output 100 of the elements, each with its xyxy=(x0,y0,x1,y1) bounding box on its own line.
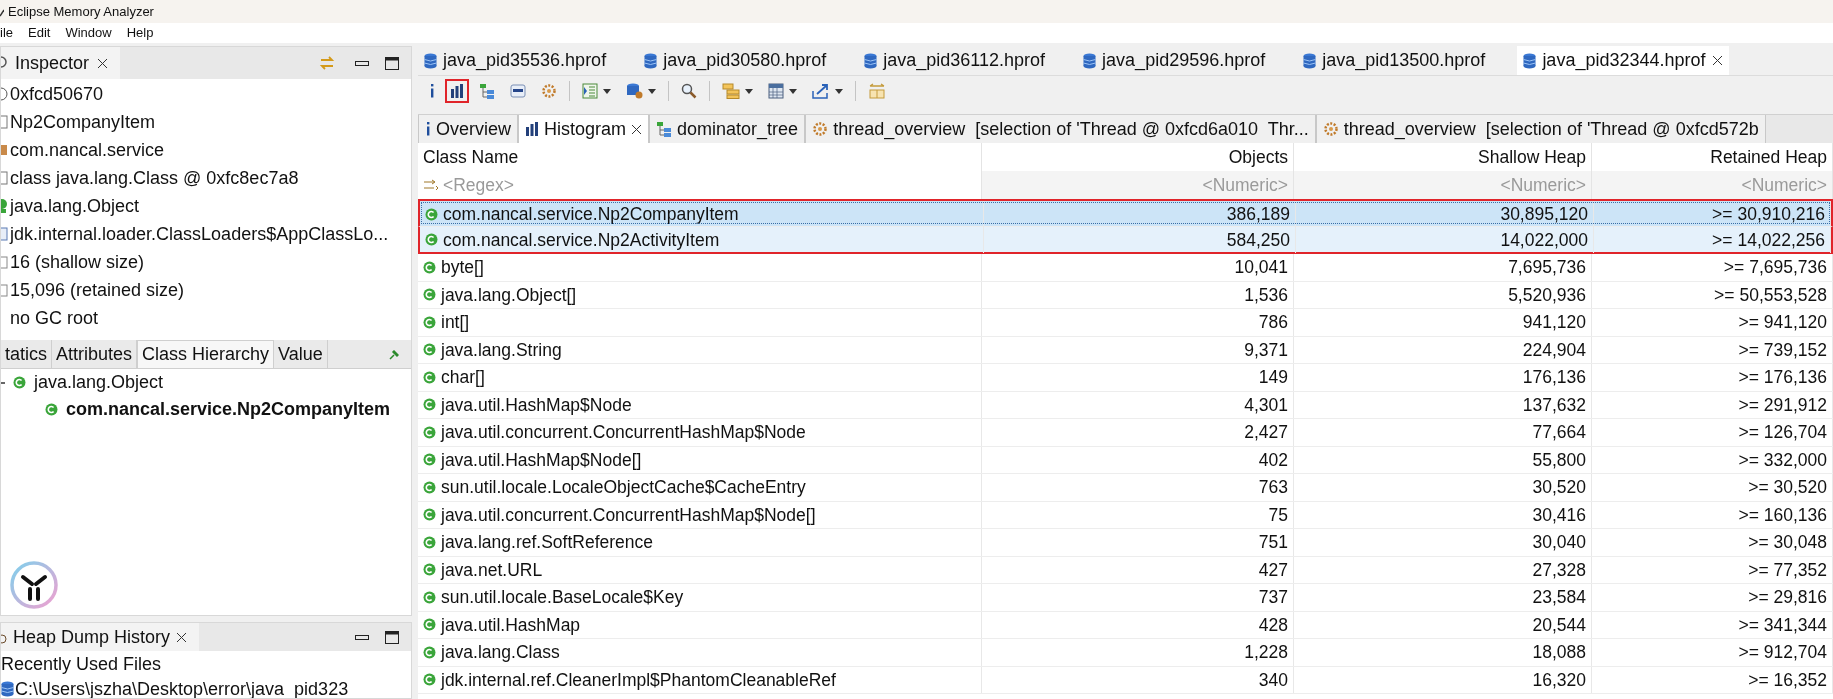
column-header[interactable]: Retained Heap xyxy=(1710,143,1827,171)
table-row[interactable]: java.net.URL 427 27,328 >= 77,352 xyxy=(418,556,1833,584)
column-header[interactable]: Objects xyxy=(1228,143,1288,171)
editor-tab[interactable]: java_pid29596.hprof xyxy=(1077,46,1272,75)
query-icon xyxy=(510,83,526,99)
export-icon xyxy=(812,83,830,99)
result-tab[interactable]: thread_overview [selection of 'Thread @ 0xfcd572b xyxy=(1315,115,1766,143)
table-row[interactable]: java.util.concurrent.ConcurrentHashMap$Node 2,427 77,664 >= 126,704 xyxy=(418,419,1833,447)
menu-item[interactable]: ile xyxy=(0,23,13,43)
table-cell-text: 176,136 xyxy=(1522,366,1586,390)
table-row[interactable]: byte[] 10,041 7,695,736 >= 7,695,736 xyxy=(418,254,1833,282)
table-row[interactable]: com.nancal.service.Np2ActivityItem 584,250 14,022,000 >= 14,022,256 xyxy=(418,226,1833,254)
table-row[interactable]: jdk.internal.ref.CleanerImpl$PhantomCleanableRef 340 16,320 >= 16,352 xyxy=(418,666,1833,694)
filter-icon xyxy=(423,179,439,191)
table-cell-text: >= 160,136 xyxy=(1738,503,1827,527)
table-cell-text: >= 739,152 xyxy=(1738,338,1827,362)
menu-item[interactable]: Window xyxy=(65,23,112,43)
editor-tab[interactable]: java_pid35536.hprof xyxy=(418,46,613,75)
minimize-icon[interactable] xyxy=(355,60,369,66)
result-tab[interactable]: Histogram xyxy=(518,115,650,143)
inspector-item[interactable]: jdk.internal.loader.ClassLoaders$AppClassLo... xyxy=(10,220,389,248)
column-header[interactable]: Class Name xyxy=(423,143,519,171)
table-row[interactable]: sun.util.locale.LocaleObjectCache$CacheEntry 763 30,520 >= 30,520 xyxy=(418,474,1833,502)
class-icon xyxy=(423,398,436,412)
table-cell-text: 149 xyxy=(1258,366,1288,390)
table-row[interactable]: java.lang.String 9,371 224,904 >= 739,152 xyxy=(418,336,1833,364)
tree-item[interactable]: com.nancal.service.Np2CompanyItem xyxy=(66,396,391,423)
table-cell-text: 9,371 xyxy=(1244,338,1288,362)
result-tab[interactable]: dominator_tree xyxy=(649,115,806,143)
table-cell-text: jdk.internal.ref.CleanerImpl$PhantomCleanableRef xyxy=(441,668,836,692)
inspector-item[interactable]: java.lang.Object xyxy=(10,192,140,220)
toolbar-button[interactable] xyxy=(445,79,469,103)
view-tab[interactable]: Heap Dump History xyxy=(1,623,200,651)
inspector-item[interactable]: class java.lang.Class @ 0xfc8ec7a8 xyxy=(10,164,299,192)
class-icon xyxy=(423,673,436,687)
table-cell-text: 27,328 xyxy=(1532,558,1586,582)
close-icon[interactable] xyxy=(631,123,643,135)
table-row[interactable]: java.lang.Object[] 1,536 5,520,936 >= 50,553,528 xyxy=(418,281,1833,309)
table-row[interactable]: java.util.HashMap 428 20,544 >= 341,344 xyxy=(418,611,1833,639)
close-icon[interactable] xyxy=(176,631,188,643)
table-cell-text: 30,895,120 xyxy=(1500,203,1588,226)
editor-tab[interactable]: java_pid30580.hprof xyxy=(638,46,833,75)
file-item[interactable]: C:\Users\jszha\Desktop\error\java_pid323 xyxy=(15,677,349,698)
class-icon xyxy=(423,645,436,659)
inspector-item[interactable]: no GC root xyxy=(10,304,99,332)
tab[interactable]: Class Hierarchy xyxy=(137,340,275,368)
table-row[interactable]: java.lang.Class 1,228 18,088 >= 912,704 xyxy=(418,639,1833,667)
inspector-item[interactable]: Np2CompanyItem xyxy=(10,108,156,136)
maximize-icon[interactable] xyxy=(385,630,399,644)
class-icon xyxy=(45,403,58,416)
inspector-item[interactable]: 16 (shallow size) xyxy=(10,248,145,276)
editor-tab[interactable]: java_pid36112.hprof xyxy=(858,46,1052,75)
close-icon[interactable] xyxy=(1711,55,1723,66)
table-row[interactable]: java.lang.ref.SoftReference 751 30,040 >= 30,048 xyxy=(418,529,1833,557)
table-cell-text: 20,544 xyxy=(1532,613,1586,637)
table-row[interactable]: com.nancal.service.Np2CompanyItem 386,189 30,895,120 >= 30,910,216 xyxy=(418,199,1833,227)
maximize-icon[interactable] xyxy=(385,56,399,70)
database-icon xyxy=(1303,52,1317,69)
table-cell-text: java.lang.Class xyxy=(441,641,560,665)
menu-item[interactable]: Help xyxy=(126,23,154,43)
menu-item[interactable]: Edit xyxy=(28,23,51,43)
expand-icon[interactable] xyxy=(1,381,5,384)
table-row[interactable]: sun.util.locale.BaseLocale$Key 737 23,584 >= 29,816 xyxy=(418,584,1833,612)
caret-icon xyxy=(835,88,843,94)
minimize-icon[interactable] xyxy=(355,634,369,640)
table-cell-text: >= 14,022,256 xyxy=(1712,228,1825,252)
inspector-item[interactable]: 0xfcd50670 xyxy=(10,80,104,108)
window-title: Eclipse Memory Analyzer xyxy=(8,2,154,21)
class-icon xyxy=(423,315,436,329)
table-cell-text: com.nancal.service.Np2ActivityItem xyxy=(443,228,720,252)
table-cell-text: 77,664 xyxy=(1532,421,1586,445)
class-icon xyxy=(13,376,26,389)
column-header[interactable]: Shallow Heap xyxy=(1478,143,1586,171)
table-row[interactable]: int[] 786 941,120 >= 941,120 xyxy=(418,309,1833,337)
table-row[interactable]: java.util.HashMap$Node 4,301 137,632 >= 291,912 xyxy=(418,391,1833,419)
table-row[interactable]: char[] 149 176,136 >= 176,136 xyxy=(418,364,1833,392)
table-cell-text: >= 29,816 xyxy=(1748,586,1827,610)
inspector-item[interactable]: com.nancal.service xyxy=(10,136,165,164)
view-tab[interactable]: Inspector xyxy=(1,47,121,79)
table-row[interactable]: java.util.HashMap$Node[] 402 55,800 >= 332,000 xyxy=(418,446,1833,474)
result-tab[interactable]: Overview xyxy=(418,115,518,143)
close-icon[interactable] xyxy=(97,57,109,69)
editor-tab[interactable]: java_pid32344.hprof xyxy=(1517,46,1729,75)
table-cell-text: java.lang.String xyxy=(441,338,562,362)
table-cell-text: 584,250 xyxy=(1226,228,1290,252)
table-cell-text: 386,189 xyxy=(1226,203,1290,226)
class-icon xyxy=(423,260,436,274)
inspector-item[interactable]: 15,096 (retained size) xyxy=(10,276,185,304)
table-cell-text: com.nancal.service.Np2CompanyItem xyxy=(443,203,739,226)
table-row[interactable]: java.util.concurrent.ConcurrentHashMap$Node[] 75 30,416 >= 160,136 xyxy=(418,501,1833,529)
table-cell-text: 18,088 xyxy=(1532,641,1586,665)
gear-icon xyxy=(812,121,829,137)
database-icon xyxy=(1523,52,1537,69)
class-icon xyxy=(423,453,436,467)
result-tab[interactable]: thread_overview [selection of 'Thread @ 0xfcd6a010 Thr... xyxy=(805,115,1316,143)
info-icon xyxy=(425,122,431,136)
tree-item[interactable]: java.lang.Object xyxy=(34,369,164,396)
pin-icon[interactable] xyxy=(389,350,399,360)
editor-tab[interactable]: java_pid13500.hprof xyxy=(1297,46,1492,75)
assistant-badge-icon[interactable] xyxy=(10,561,58,609)
